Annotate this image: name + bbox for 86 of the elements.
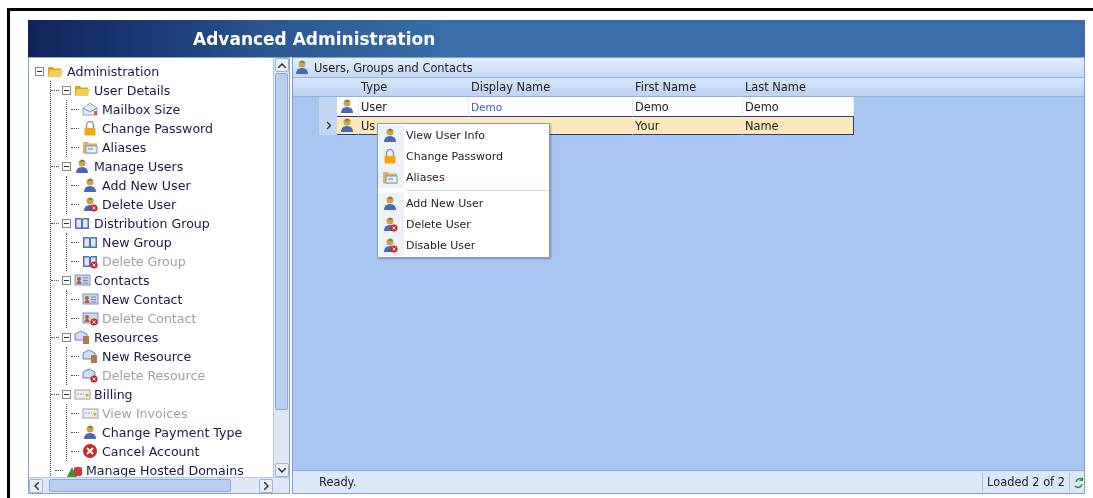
book-icon	[82, 234, 99, 251]
scroll-right-button[interactable]	[259, 478, 273, 493]
tree-item[interactable]: New Group	[102, 235, 172, 250]
user-icon	[294, 59, 311, 76]
resource-icon	[74, 329, 91, 346]
user-delete-icon	[382, 216, 399, 233]
table-cell: Name	[743, 116, 854, 135]
resource-icon	[82, 348, 99, 365]
caret-up-icon	[277, 62, 286, 68]
lock-icon	[82, 120, 99, 137]
table-cell: Demo	[743, 97, 854, 116]
table-cell: Demo	[633, 97, 743, 116]
tree-item[interactable]: Change Password	[102, 121, 214, 136]
user-icon	[382, 195, 399, 212]
resource-delete-icon	[82, 367, 99, 384]
tree-item[interactable]: Aliases	[102, 140, 147, 155]
scroll-up-button[interactable]	[274, 58, 289, 72]
contact-card-icon	[74, 272, 91, 289]
tree-item[interactable]: Delete User	[102, 197, 177, 212]
user-delete-icon	[82, 196, 99, 213]
collapse-icon[interactable]	[62, 276, 71, 285]
user-icon	[82, 424, 99, 441]
collapse-icon[interactable]	[35, 67, 44, 76]
scrollbar-thumb[interactable]	[275, 73, 288, 410]
tree-item[interactable]: Resources	[94, 330, 159, 345]
menu-item[interactable]: View User Info	[378, 125, 549, 146]
refresh-icon[interactable]	[1074, 475, 1084, 489]
tree-item[interactable]: New Contact	[102, 292, 183, 307]
user-icon	[82, 177, 99, 194]
tree-item[interactable]: Manage Hosted Domains	[86, 463, 244, 477]
current-row-icon	[326, 121, 332, 130]
scrollbar-thumb[interactable]	[49, 479, 231, 492]
app-title: Advanced Administration	[193, 28, 436, 49]
scroll-down-button[interactable]	[274, 463, 289, 477]
table-cell: Demo	[469, 97, 633, 116]
tree-item[interactable]: New Resource	[102, 349, 192, 364]
tree-item[interactable]: Add New User	[102, 178, 191, 193]
table-cell: Your	[633, 116, 743, 135]
contact-card-delete-icon	[82, 310, 99, 327]
caret-down-icon	[277, 467, 286, 473]
menu-item[interactable]: Add New User	[378, 193, 549, 214]
row-header[interactable]	[319, 116, 337, 135]
record-count: Loaded 2 of 2	[987, 475, 1065, 489]
column-header[interactable]: Display Name	[469, 80, 633, 94]
caret-right-icon	[263, 481, 269, 490]
lock-icon	[382, 148, 399, 165]
menu-item[interactable]: Change Password	[378, 146, 549, 167]
folder-icon	[382, 169, 399, 186]
tree-item[interactable]: Mailbox Size	[102, 102, 181, 117]
collapse-icon[interactable]	[62, 162, 71, 171]
collapse-icon[interactable]	[62, 333, 71, 342]
contact-card-icon	[82, 291, 99, 308]
collapse-icon[interactable]	[62, 86, 71, 95]
tree-item[interactable]: Billing	[94, 387, 133, 402]
collapse-icon[interactable]	[62, 219, 71, 228]
tree-item[interactable]: Manage Users	[94, 159, 184, 174]
user-icon	[382, 127, 399, 144]
book-delete-icon	[82, 253, 99, 270]
folder-icon	[82, 139, 99, 156]
user-icon	[339, 98, 356, 115]
user-icon	[74, 158, 91, 175]
collapse-icon[interactable]	[62, 390, 71, 399]
tree-item[interactable]: Contacts	[94, 273, 150, 288]
scroll-left-button[interactable]	[29, 478, 43, 493]
menu-item[interactable]: Delete User	[378, 214, 549, 235]
tree-item[interactable]: User Details	[94, 83, 171, 98]
column-header[interactable]: First Name	[633, 80, 743, 94]
tree-item[interactable]: Change Payment Type	[102, 425, 243, 440]
tree-item[interactable]: Distribution Group	[94, 216, 210, 231]
cancel-icon	[82, 443, 99, 460]
status-message: Ready.	[319, 475, 357, 489]
tree-item[interactable]: Administration	[67, 64, 160, 79]
table-cell: User	[359, 97, 469, 116]
grid-title: Users, Groups and Contacts	[314, 60, 473, 75]
user-delete-icon	[382, 237, 399, 254]
user-icon	[339, 117, 356, 134]
invoice-icon	[74, 386, 91, 403]
caret-left-icon	[33, 481, 39, 490]
menu-item[interactable]: Aliases	[378, 167, 549, 188]
tree-item[interactable]: Cancel Account	[102, 444, 200, 459]
envelope-icon	[82, 101, 99, 118]
invoice-icon	[82, 405, 99, 422]
column-header[interactable]: Last Name	[743, 80, 854, 94]
menu-item[interactable]: Disable User	[378, 235, 549, 256]
column-header[interactable]: Type	[359, 80, 469, 94]
book-icon	[74, 215, 91, 232]
